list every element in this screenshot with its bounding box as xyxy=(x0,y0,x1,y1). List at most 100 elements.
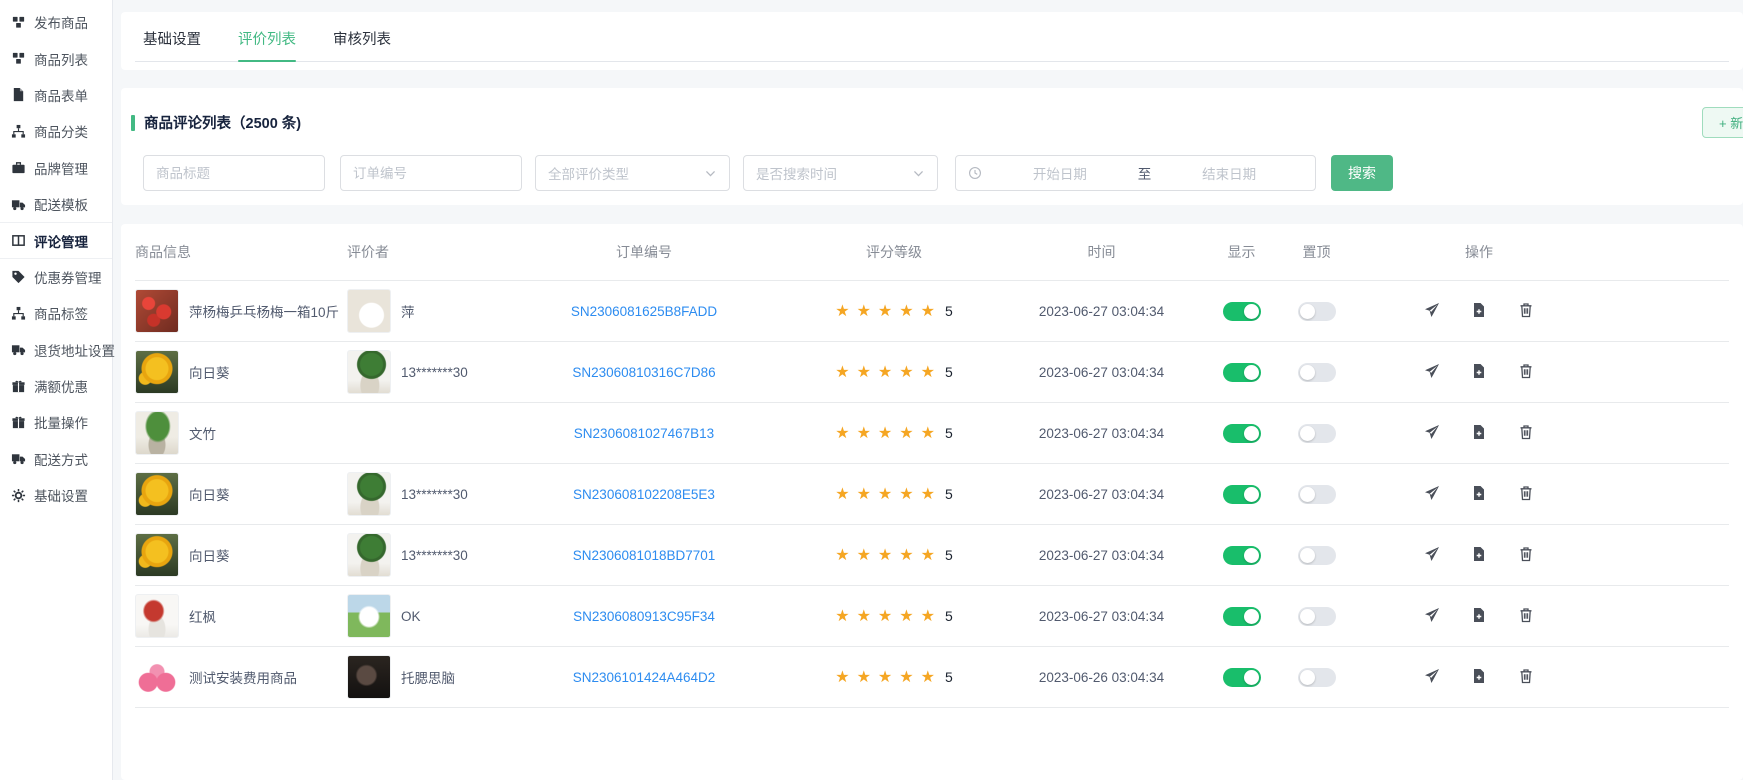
tab-评价列表[interactable]: 评价列表 xyxy=(238,28,296,61)
rating-value: 5 xyxy=(945,547,953,563)
reply-button[interactable] xyxy=(1423,485,1441,503)
product-image xyxy=(135,533,179,577)
product-name: 向日葵 xyxy=(189,362,230,382)
pin-top-toggle[interactable] xyxy=(1298,668,1336,687)
delete-button[interactable] xyxy=(1517,607,1535,625)
note-button[interactable] xyxy=(1470,546,1488,564)
date-range-picker[interactable]: 开始日期 至 结束日期 xyxy=(955,155,1316,191)
pin-top-toggle[interactable] xyxy=(1298,424,1336,443)
show-toggle[interactable] xyxy=(1223,546,1261,565)
delete-button[interactable] xyxy=(1517,302,1535,320)
order-number-input[interactable] xyxy=(340,155,522,191)
rating-value: 5 xyxy=(945,608,953,624)
sitemap-icon xyxy=(11,124,26,139)
show-toggle[interactable] xyxy=(1223,485,1261,504)
sidebar-item-品牌管理[interactable]: 品牌管理 xyxy=(0,150,112,186)
tab-基础设置[interactable]: 基础设置 xyxy=(143,28,201,61)
column-header-评价者: 评价者 xyxy=(347,242,499,262)
reply-button[interactable] xyxy=(1423,668,1441,686)
review-type-select[interactable]: 全部评价类型 xyxy=(535,155,730,191)
start-date-placeholder[interactable]: 开始日期 xyxy=(986,163,1134,183)
pin-cell xyxy=(1279,424,1354,443)
end-date-placeholder[interactable]: 结束日期 xyxy=(1155,163,1303,183)
chevron-down-icon xyxy=(912,167,925,180)
sidebar-item-优惠券管理[interactable]: 优惠券管理 xyxy=(0,259,112,295)
note-button[interactable] xyxy=(1470,668,1488,686)
search-time-select[interactable]: 是否搜索时间 xyxy=(743,155,938,191)
reply-button[interactable] xyxy=(1423,302,1441,320)
sidebar-item-发布商品[interactable]: 发布商品 xyxy=(0,4,112,40)
order-number-link[interactable]: SN2306081018BD7701 xyxy=(573,548,716,563)
product-title-input[interactable] xyxy=(143,155,325,191)
sidebar-item-商品表单[interactable]: 商品表单 xyxy=(0,77,112,113)
order-number-link[interactable]: SN23060810316C7D86 xyxy=(572,365,715,380)
pin-cell xyxy=(1279,302,1354,321)
sidebar-item-配送模板[interactable]: 配送模板 xyxy=(0,186,112,222)
tab-审核列表[interactable]: 审核列表 xyxy=(333,28,391,61)
sidebar-item-基础设置[interactable]: 基础设置 xyxy=(0,477,112,513)
note-button[interactable] xyxy=(1470,607,1488,625)
file-plus-icon xyxy=(1471,424,1487,442)
delete-button[interactable] xyxy=(1517,668,1535,686)
pin-top-toggle[interactable] xyxy=(1298,363,1336,382)
add-button[interactable]: + 新增 xyxy=(1702,107,1743,138)
sidebar-item-商品分类[interactable]: 商品分类 xyxy=(0,113,112,149)
star-icon: ★ xyxy=(921,301,935,321)
sidebar-item-配送方式[interactable]: 配送方式 xyxy=(0,441,112,477)
sidebar-item-label: 配送方式 xyxy=(34,449,88,469)
star-icon: ★ xyxy=(857,301,871,321)
pin-top-toggle[interactable] xyxy=(1298,607,1336,626)
order-number-link[interactable]: SN2306081027467B13 xyxy=(574,426,714,441)
reply-button[interactable] xyxy=(1423,424,1441,442)
tab-bar: 基础设置 评价列表 审核列表 xyxy=(135,12,1729,62)
reviewer-name: 13*******30 xyxy=(401,365,468,380)
pin-top-toggle[interactable] xyxy=(1298,546,1336,565)
pin-cell xyxy=(1279,363,1354,382)
star-rating: ★★★★★ xyxy=(835,545,942,565)
note-button[interactable] xyxy=(1470,302,1488,320)
note-button[interactable] xyxy=(1470,424,1488,442)
truck-icon xyxy=(11,451,26,466)
note-button[interactable] xyxy=(1470,363,1488,381)
show-toggle[interactable] xyxy=(1223,424,1261,443)
pin-top-toggle[interactable] xyxy=(1298,485,1336,504)
delete-button[interactable] xyxy=(1517,546,1535,564)
reviewer-cell: 13*******30 xyxy=(347,350,499,394)
sitemap-icon xyxy=(11,306,26,321)
sidebar-item-商品列表[interactable]: 商品列表 xyxy=(0,40,112,76)
show-toggle[interactable] xyxy=(1223,668,1261,687)
review-time: 2023-06-27 03:04:34 xyxy=(1039,304,1164,319)
note-button[interactable] xyxy=(1470,485,1488,503)
show-toggle[interactable] xyxy=(1223,363,1261,382)
sidebar-item-评论管理[interactable]: 评论管理 xyxy=(0,222,112,258)
sidebar-item-商品标签[interactable]: 商品标签 xyxy=(0,295,112,331)
time-cell: 2023-06-27 03:04:34 xyxy=(999,609,1204,624)
delete-button[interactable] xyxy=(1517,363,1535,381)
star-icon: ★ xyxy=(899,545,913,565)
show-cell xyxy=(1204,302,1279,321)
pin-top-toggle[interactable] xyxy=(1298,302,1336,321)
reply-button[interactable] xyxy=(1423,607,1441,625)
trash-icon xyxy=(1518,302,1534,320)
delete-button[interactable] xyxy=(1517,424,1535,442)
show-toggle[interactable] xyxy=(1223,607,1261,626)
delete-button[interactable] xyxy=(1517,485,1535,503)
order-cell: SN2306101424A464D2 xyxy=(499,670,789,685)
actions-cell xyxy=(1354,363,1604,381)
star-icon: ★ xyxy=(899,484,913,504)
sidebar-item-退货地址设置[interactable]: 退货地址设置 xyxy=(0,332,112,368)
product-cell: 向日葵 xyxy=(135,472,347,516)
reply-button[interactable] xyxy=(1423,363,1441,381)
sidebar-item-满额优惠[interactable]: 满额优惠 xyxy=(0,368,112,404)
time-cell: 2023-06-27 03:04:34 xyxy=(999,426,1204,441)
order-number-link[interactable]: SN2306101424A464D2 xyxy=(573,670,716,685)
reviewer-avatar xyxy=(347,350,391,394)
order-number-link[interactable]: SN230608102208E5E3 xyxy=(573,487,715,502)
order-number-link[interactable]: SN2306081625B8FADD xyxy=(571,304,717,319)
star-icon: ★ xyxy=(921,362,935,382)
order-number-link[interactable]: SN2306080913C95F34 xyxy=(573,609,715,624)
sidebar-item-批量操作[interactable]: 批量操作 xyxy=(0,404,112,440)
show-toggle[interactable] xyxy=(1223,302,1261,321)
search-button[interactable]: 搜索 xyxy=(1331,155,1393,191)
reply-button[interactable] xyxy=(1423,546,1441,564)
